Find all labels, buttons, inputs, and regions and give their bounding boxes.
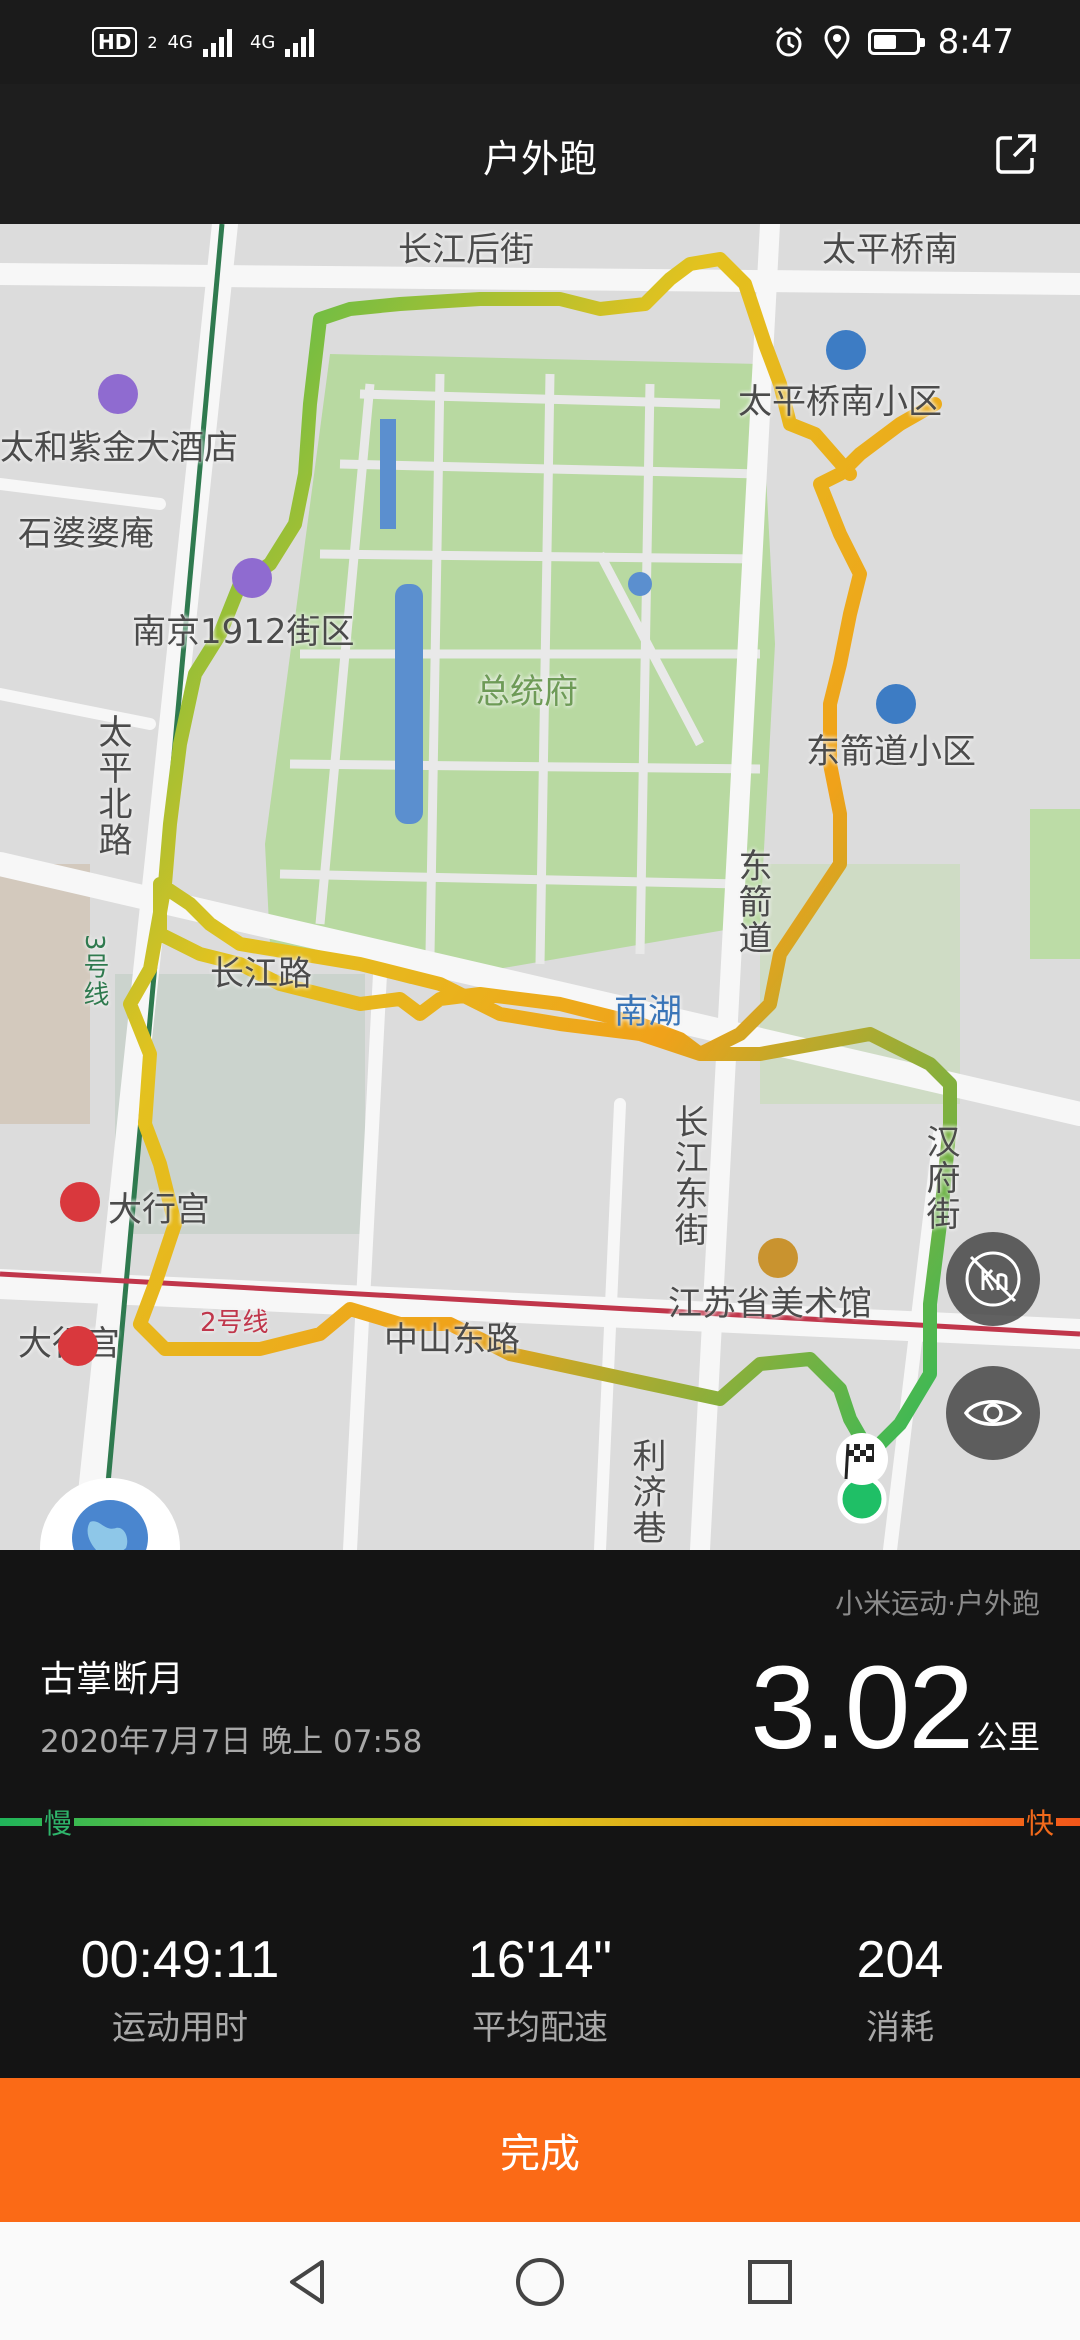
pace-gradient-bar bbox=[0, 1818, 1080, 1826]
share-icon[interactable] bbox=[992, 130, 1040, 178]
residential-poi-icon[interactable] bbox=[826, 330, 866, 370]
page-title: 户外跑 bbox=[482, 137, 597, 181]
map-label-taiping-qiao-xiaoqu: 太平桥南小区 bbox=[738, 382, 942, 422]
pace-fast-label: 快 bbox=[1023, 1802, 1056, 1842]
location-icon bbox=[824, 25, 850, 59]
stat-calories-value: 204 bbox=[856, 1931, 944, 1989]
map-label-hanfu: 汉府街 bbox=[920, 1124, 960, 1232]
home-icon[interactable] bbox=[514, 2256, 566, 2308]
network-type-2: 4G bbox=[249, 31, 276, 53]
map-label-daxinggong-1: 大行宫 bbox=[108, 1190, 210, 1230]
map-label-changjiang-dongjie: 长江东街 bbox=[668, 1104, 708, 1248]
stat-duration: 00:49:11 运动用时 bbox=[0, 1930, 360, 2049]
finish-button[interactable]: 完成 bbox=[0, 2078, 1080, 2222]
map-label-1912: 南京1912街区 bbox=[132, 612, 355, 652]
status-bar: HD 2 4G 4G 8:47 bbox=[0, 0, 1080, 84]
signal-icon bbox=[202, 27, 232, 57]
museum-poi-icon[interactable] bbox=[758, 1238, 798, 1278]
map-label-dongjiandao: 东箭道 bbox=[732, 848, 772, 956]
route-map[interactable]: 长江后街 太平桥南 太平桥南小区 太和紫金大酒店 石婆婆庵 南京1912街区 总… bbox=[0, 224, 1080, 1550]
hotel-poi-icon[interactable] bbox=[98, 374, 138, 414]
map-label-line2: 2号线 bbox=[200, 1308, 269, 1338]
distance-unit: 公里 bbox=[975, 1718, 1040, 1756]
stat-calories-label: 消耗 bbox=[866, 2008, 934, 2048]
km-marker-icon bbox=[965, 1251, 1021, 1307]
pond bbox=[628, 572, 652, 596]
status-left: HD 2 4G 4G bbox=[92, 20, 315, 64]
battery-icon bbox=[867, 29, 925, 55]
map-label-taiping-qiao-nan: 太平桥南 bbox=[822, 230, 958, 270]
map-label-changjiang-hou: 长江后街 bbox=[398, 230, 534, 270]
username: 古掌断月 bbox=[40, 1659, 185, 1700]
stat-duration-label: 运动用时 bbox=[112, 2008, 248, 2048]
signal-icon-2 bbox=[285, 27, 315, 57]
map-label-zongtongfu: 总统府 bbox=[476, 672, 578, 712]
stat-duration-value: 00:49:11 bbox=[80, 1931, 280, 1989]
shopping-poi-icon[interactable] bbox=[232, 558, 272, 598]
map-label-nanhu: 南湖 bbox=[614, 992, 682, 1032]
alarm-icon bbox=[775, 26, 802, 57]
pace-slow-label: 慢 bbox=[42, 1802, 75, 1842]
map-label-dongjiandao-xiaoqu: 东箭道小区 bbox=[806, 732, 976, 772]
finish-flag-icon bbox=[836, 1433, 888, 1485]
workout-datetime: 2020年7月7日 晚上 07:58 bbox=[40, 1724, 423, 1760]
map-label-zhongshan: 中山东路 bbox=[384, 1320, 520, 1360]
hd-badge: HD bbox=[92, 27, 138, 57]
residential-poi-icon-2[interactable] bbox=[876, 684, 916, 724]
stat-pace-value: 16'14" bbox=[467, 1931, 613, 1989]
stat-calories: 204 消耗 bbox=[720, 1930, 1080, 2049]
metro-station-icon-2[interactable] bbox=[58, 1326, 98, 1366]
toggle-visibility-button[interactable] bbox=[946, 1366, 1040, 1460]
title-bar: 户外跑 bbox=[0, 84, 1080, 224]
map-label-museum: 江苏省美术馆 bbox=[668, 1284, 872, 1324]
source-label: 小米运动·户外跑 bbox=[835, 1587, 1040, 1620]
map-label-liji: 利济巷 bbox=[626, 1438, 666, 1546]
distance-value: 3.02 bbox=[750, 1642, 974, 1774]
map-label-taiping-bei: 太平北路 bbox=[92, 714, 132, 858]
distance-display: 3.02 公里 bbox=[750, 1640, 1040, 1776]
clock-time: 8:47 bbox=[937, 22, 1014, 62]
recents-icon[interactable] bbox=[744, 2256, 796, 2308]
map-label-hotel: 太和紫金大酒店 bbox=[0, 428, 238, 468]
stat-pace: 16'14" 平均配速 bbox=[360, 1930, 720, 2049]
map-label-changjiang-road: 长江路 bbox=[210, 954, 312, 994]
pond bbox=[395, 584, 423, 824]
system-nav-bar bbox=[0, 2222, 1080, 2340]
park-block bbox=[1030, 809, 1080, 959]
eye-icon bbox=[963, 1400, 1023, 1426]
sim-badge: 2 bbox=[147, 32, 158, 52]
summary-panel: 小米运动·户外跑 古掌断月 2020年7月7日 晚上 07:58 3.02 公里… bbox=[0, 1550, 1080, 2078]
network-type-1: 4G bbox=[167, 31, 193, 53]
pond bbox=[380, 419, 396, 529]
stats-row: 00:49:11 运动用时 16'14" 平均配速 204 消耗 bbox=[0, 1930, 1080, 2049]
status-right: 8:47 bbox=[772, 18, 1014, 66]
stat-pace-label: 平均配速 bbox=[472, 2008, 608, 2048]
metro-station-icon[interactable] bbox=[60, 1182, 100, 1222]
hide-kilometer-markers-button[interactable] bbox=[946, 1232, 1040, 1326]
map-label-shipopo: 石婆婆庵 bbox=[18, 514, 154, 554]
back-icon[interactable] bbox=[282, 2256, 334, 2308]
map-label-line3: 3号线 bbox=[79, 934, 109, 1009]
